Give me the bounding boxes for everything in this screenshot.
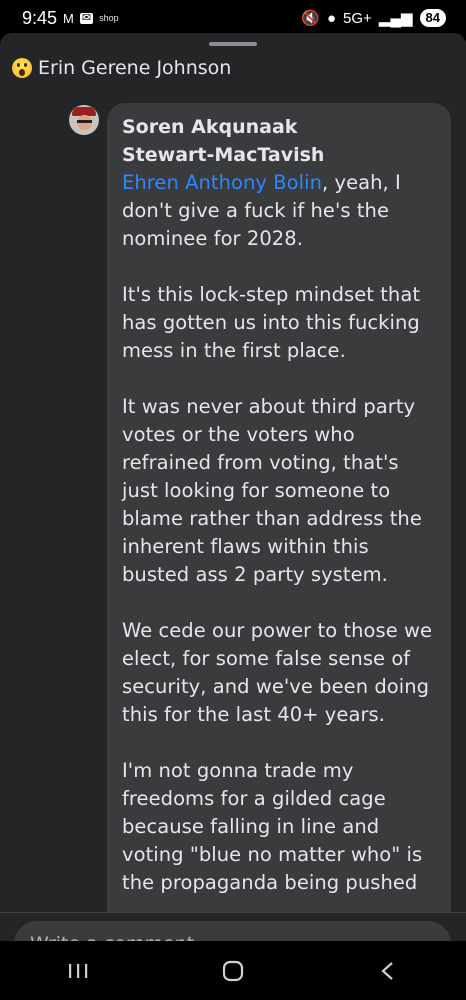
battery-indicator: 84	[419, 9, 446, 27]
composer-bar: Write a comment...	[0, 912, 466, 941]
shop-notification-icon: shop	[99, 13, 119, 23]
reactions-sheet: Erin Gerene Johnson Soren Akqunaak Stewa…	[0, 33, 466, 941]
system-nav-bar	[0, 941, 466, 1000]
recents-button[interactable]	[48, 951, 108, 991]
mail-icon: ✉	[79, 11, 94, 24]
back-button[interactable]	[358, 951, 418, 991]
comment-placeholder: Write a comment...	[30, 933, 212, 941]
avatar[interactable]	[69, 105, 99, 135]
reaction-row[interactable]: Erin Gerene Johnson	[12, 57, 231, 79]
mention-link[interactable]: Ehren Anthony Bolin	[122, 171, 322, 194]
author-name-line2: Stewart-MacTavish	[122, 144, 325, 166]
reactor-name: Erin Gerene Johnson	[38, 57, 232, 79]
drag-handle[interactable]	[209, 42, 257, 46]
back-icon	[381, 961, 394, 980]
home-icon	[222, 960, 244, 981]
clock: 9:45	[22, 7, 58, 28]
comment-bubble[interactable]: Soren Akqunaak Stewart-MacTavish Ehren A…	[107, 103, 451, 941]
location-icon: ●	[326, 9, 337, 27]
author-name-line1: Soren Akqunaak	[122, 116, 298, 138]
comment-body: don't give a fuck if he's the nominee fo…	[122, 199, 433, 894]
home-button[interactable]	[203, 951, 263, 991]
recents-icon	[68, 963, 87, 978]
mute-icon: 🔇	[301, 10, 320, 27]
comment-author[interactable]: Soren Akqunaak Stewart-MacTavish	[122, 113, 436, 169]
comment-input[interactable]: Write a comment...	[14, 921, 451, 941]
comment-text: Ehren Anthony Bolin, yeah, I don't give …	[122, 169, 436, 897]
comment-first-line: , yeah, I	[322, 171, 401, 194]
wow-emoji-icon	[12, 58, 32, 78]
status-bar: 9:45 M ✉ shop 🔇 ● 5G+ ▂▄▆ 84	[0, 0, 466, 36]
signal-icon: ▂▄▆	[378, 10, 413, 27]
network-label: 5G+	[343, 9, 372, 27]
gmail-icon: M	[63, 10, 74, 26]
